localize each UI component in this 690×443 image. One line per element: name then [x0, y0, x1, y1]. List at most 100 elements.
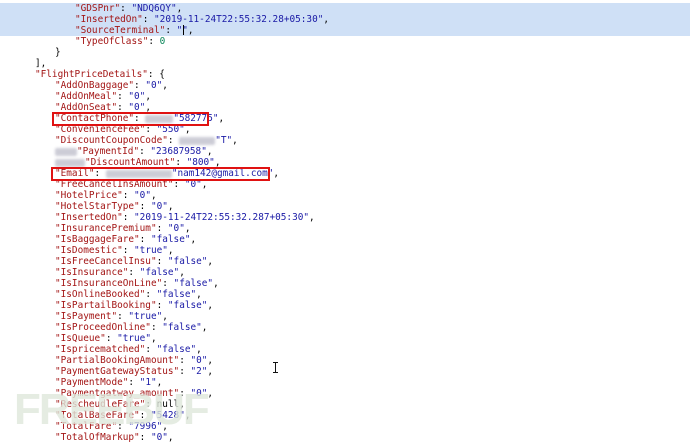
code-line: "DiscountCouponCode": "T", — [55, 135, 238, 146]
json-value: "0" — [167, 223, 185, 234]
json-key: "InsertedOn" — [75, 14, 143, 25]
code-punct: , — [218, 113, 225, 124]
code-punct: , — [184, 223, 191, 234]
json-value: "0" — [145, 80, 163, 91]
code-punct: , — [309, 212, 315, 223]
json-key: "IsQueue" — [55, 333, 106, 344]
json-key: "SourceTerminal" — [75, 25, 166, 36]
code-line: "IsPayment": "true", — [55, 311, 168, 322]
json-value: "false" — [156, 344, 197, 355]
json-key: "FlightPriceDetails" — [35, 69, 148, 80]
code-punct: , — [162, 311, 168, 322]
code-line: "IsProceedOnline": "false", — [55, 322, 208, 333]
code-punct: , — [232, 135, 238, 146]
code-punct: , — [167, 201, 174, 212]
code-punct: , — [206, 146, 213, 157]
highlight-email — [51, 167, 270, 181]
code-line: "IsBaggageFare": "false", — [55, 234, 197, 245]
json-key: "HotelStarType" — [55, 201, 140, 212]
json-value: "false" — [150, 234, 191, 245]
json-value: "0" — [150, 201, 168, 212]
json-key: "PartialBookingAmount" — [55, 355, 180, 366]
code-punct: , — [196, 289, 202, 300]
json-key: "IsInsuranceOnLine" — [55, 278, 163, 289]
code-line: "IsFreeCancelInsu": "false", — [55, 256, 214, 267]
json-key: "InsertedOn" — [55, 212, 123, 223]
code-line: "IsOnlineBooked": "false", — [55, 289, 202, 300]
json-key: "IsDomestic" — [55, 245, 123, 256]
code-punct: , — [207, 300, 214, 311]
code-punct: , — [187, 25, 194, 36]
code-punct: , — [145, 91, 151, 102]
code-line: "PaymentId": "23687958", — [0, 146, 690, 157]
json-value: "false" — [173, 278, 214, 289]
code-line: "IsQueue": "true", — [55, 333, 157, 344]
code-line: "TypeOfClass": 0 — [75, 36, 166, 47]
json-value: "2019-11-24T22:55:32.287+05:30" — [134, 212, 310, 223]
code-line: ], — [0, 58, 690, 69]
json-value: { — [159, 69, 165, 80]
json-key: "IsBaggageFare" — [55, 234, 140, 245]
text-cursor-icon — [273, 362, 278, 373]
code-punct: , — [190, 234, 197, 245]
json-value: "false" — [167, 256, 208, 267]
code-line: } — [0, 47, 690, 58]
json-key: "IsFreeCancelInsu" — [55, 256, 157, 267]
json-key: "TypeOfClass" — [75, 36, 149, 47]
code-line: "AddOnMeal": "0", — [55, 91, 151, 102]
json-value: "2" — [190, 366, 208, 377]
json-value: "false" — [162, 322, 202, 333]
json-key: "AddOnMeal" — [55, 91, 118, 102]
json-key: "HotelPrice" — [55, 190, 123, 201]
json-key: "IsPayment" — [55, 311, 118, 322]
code-line: "FlightPriceDetails": { — [35, 69, 165, 80]
code-punct: , — [323, 14, 330, 25]
json-key: "IsProceedOnline" — [55, 322, 151, 333]
text-caret — [183, 25, 184, 35]
code-punct: , — [213, 278, 219, 289]
code-line: "Ispricematched": "false", — [55, 344, 202, 355]
code-punct: } — [55, 47, 61, 58]
code-line: "IsInsuranceOnLine": "false", — [55, 278, 219, 289]
json-code-view[interactable]: "GDSPnr": "NDQ6QY", "InsertedOn": "2019-1… — [0, 0, 690, 443]
code-punct: , — [201, 322, 208, 333]
code-punct: , — [167, 245, 174, 256]
json-value: "true" — [134, 245, 168, 256]
code-punct: , — [196, 344, 202, 355]
json-key: "IsPartailBooking" — [55, 300, 157, 311]
watermark-logo: FREEBUF — [14, 385, 210, 434]
code-line: "InsurancePremium": "0", — [55, 223, 191, 234]
json-value: "false" — [167, 300, 208, 311]
code-line: "InsertedOn": "2019-11-24T22:55:32.287+0… — [55, 212, 315, 223]
highlight-contact-phone — [52, 112, 209, 126]
json-key: "Ispricematched" — [55, 344, 146, 355]
json-key: "PaymentGatewayStatus" — [55, 366, 180, 377]
redacted-mask — [179, 136, 216, 145]
json-key: "GDSPnr" — [75, 3, 121, 14]
json-value: "0" — [128, 91, 146, 102]
json-value: "0" — [190, 355, 208, 366]
code-punct: , — [273, 168, 280, 179]
code-line: "PartialBookingAmount": "0", — [55, 355, 214, 366]
json-key: "DiscountCouponCode" — [55, 135, 168, 146]
code-punct: , — [176, 3, 183, 14]
code-punct: , — [179, 267, 185, 278]
code-line: "IsInsurance": "false", — [55, 267, 185, 278]
code-line: "InsertedOn": "2019-11-24T22:55:32.28+05… — [0, 14, 690, 25]
json-key: "PaymentId" — [77, 146, 140, 157]
code-line: "PaymentGatewayStatus": "2", — [55, 366, 214, 377]
json-value: "false" — [139, 267, 180, 278]
code-punct: , — [150, 333, 157, 344]
json-value: "0" — [134, 190, 151, 201]
json-value: 0 — [159, 36, 166, 47]
json-key: "IsOnlineBooked" — [55, 289, 146, 300]
code-punct: , — [207, 355, 214, 366]
code-punct: ], — [35, 58, 47, 69]
json-key: "IsInsurance" — [55, 267, 129, 278]
code-line: "IsDomestic": "true", — [55, 245, 174, 256]
json-value: "23687958" — [150, 146, 207, 157]
redacted-mask — [55, 147, 77, 156]
code-line: "IsPartailBooking": "false", — [55, 300, 214, 311]
code-line: "SourceTerminal": "", — [0, 25, 690, 36]
json-value: "false" — [156, 289, 197, 300]
